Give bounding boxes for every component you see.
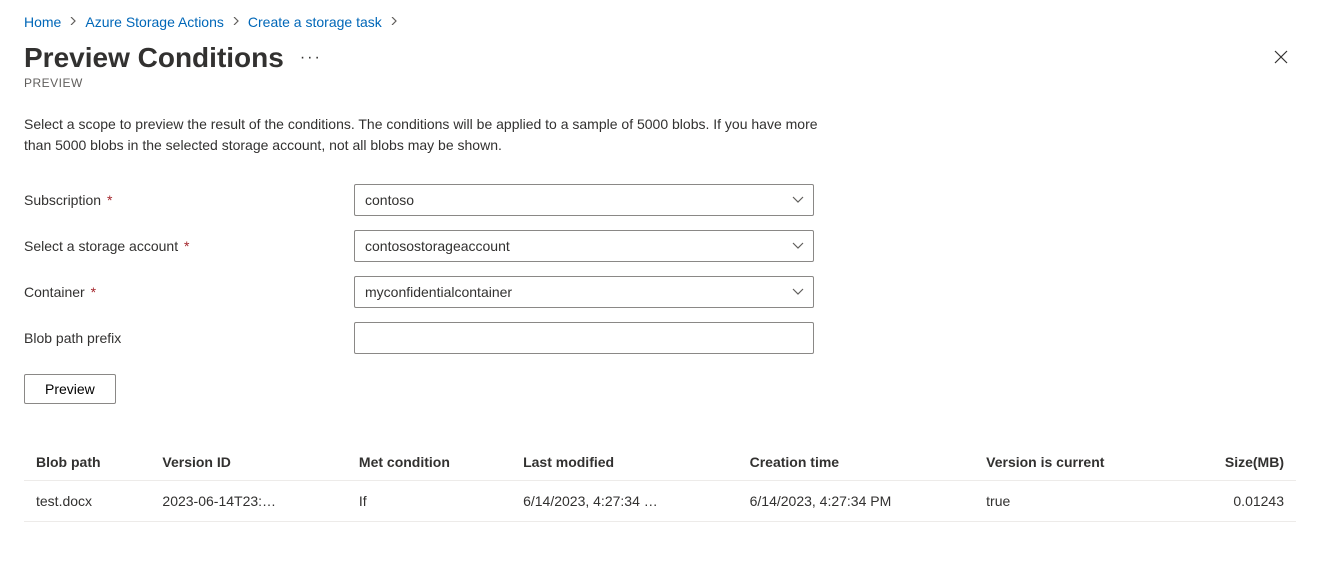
chevron-right-icon: [232, 16, 240, 28]
form-row-blob-prefix: Blob path prefix: [24, 322, 1296, 354]
preview-button[interactable]: Preview: [24, 374, 116, 404]
container-label: Container *: [24, 284, 354, 300]
storage-account-label: Select a storage account *: [24, 238, 354, 254]
cell-last-modified: 6/14/2023, 4:27:34 …: [511, 481, 738, 522]
header-row: Preview Conditions ···: [24, 42, 1296, 74]
close-icon: [1274, 47, 1288, 69]
blob-prefix-input-wrap: [354, 322, 814, 354]
results-table-wrap: Blob path Version ID Met condition Last …: [24, 444, 1296, 522]
container-label-text: Container: [24, 284, 85, 300]
storage-account-label-text: Select a storage account: [24, 238, 178, 254]
subscription-label: Subscription *: [24, 192, 354, 208]
col-version-id[interactable]: Version ID: [150, 444, 347, 481]
chevron-right-icon: [69, 16, 77, 28]
required-indicator: *: [184, 238, 189, 254]
col-size[interactable]: Size(MB): [1177, 444, 1296, 481]
close-button[interactable]: [1266, 44, 1296, 72]
table-header-row: Blob path Version ID Met condition Last …: [24, 444, 1296, 481]
breadcrumb-link-home[interactable]: Home: [24, 14, 61, 30]
cell-met-condition: If: [347, 481, 511, 522]
page-subtitle: PREVIEW: [24, 76, 1296, 90]
cell-creation-time: 6/14/2023, 4:27:34 PM: [738, 481, 975, 522]
container-select[interactable]: myconfidentialcontainer: [354, 276, 814, 308]
form-row-container: Container * myconfidentialcontainer: [24, 276, 1296, 308]
blob-prefix-label: Blob path prefix: [24, 330, 354, 346]
subscription-select-wrap: contoso: [354, 184, 814, 216]
storage-account-select[interactable]: contosostorageaccount: [354, 230, 814, 262]
blob-prefix-input[interactable]: [354, 322, 814, 354]
cell-size: 0.01243: [1177, 481, 1296, 522]
cell-version-id: 2023-06-14T23:…: [150, 481, 347, 522]
more-options-icon[interactable]: ···: [300, 49, 322, 67]
col-met-condition[interactable]: Met condition: [347, 444, 511, 481]
cell-version-current: true: [974, 481, 1177, 522]
results-table: Blob path Version ID Met condition Last …: [24, 444, 1296, 522]
chevron-right-icon: [390, 16, 398, 28]
form-row-storage-account: Select a storage account * contosostorag…: [24, 230, 1296, 262]
breadcrumb-link-storage-actions[interactable]: Azure Storage Actions: [85, 14, 224, 30]
page-description: Select a scope to preview the result of …: [24, 114, 824, 156]
required-indicator: *: [91, 284, 96, 300]
storage-account-select-wrap: contosostorageaccount: [354, 230, 814, 262]
required-indicator: *: [107, 192, 112, 208]
breadcrumb-link-create-task[interactable]: Create a storage task: [248, 14, 382, 30]
col-last-modified[interactable]: Last modified: [511, 444, 738, 481]
title-group: Preview Conditions ···: [24, 42, 322, 74]
col-blob-path[interactable]: Blob path: [24, 444, 150, 481]
subscription-label-text: Subscription: [24, 192, 101, 208]
form-row-subscription: Subscription * contoso: [24, 184, 1296, 216]
breadcrumb: Home Azure Storage Actions Create a stor…: [24, 14, 1296, 30]
container-select-wrap: myconfidentialcontainer: [354, 276, 814, 308]
col-creation-time[interactable]: Creation time: [738, 444, 975, 481]
page-title: Preview Conditions: [24, 42, 284, 74]
col-version-current[interactable]: Version is current: [974, 444, 1177, 481]
cell-blob-path: test.docx: [24, 481, 150, 522]
subscription-select[interactable]: contoso: [354, 184, 814, 216]
table-row[interactable]: test.docx 2023-06-14T23:… If 6/14/2023, …: [24, 481, 1296, 522]
